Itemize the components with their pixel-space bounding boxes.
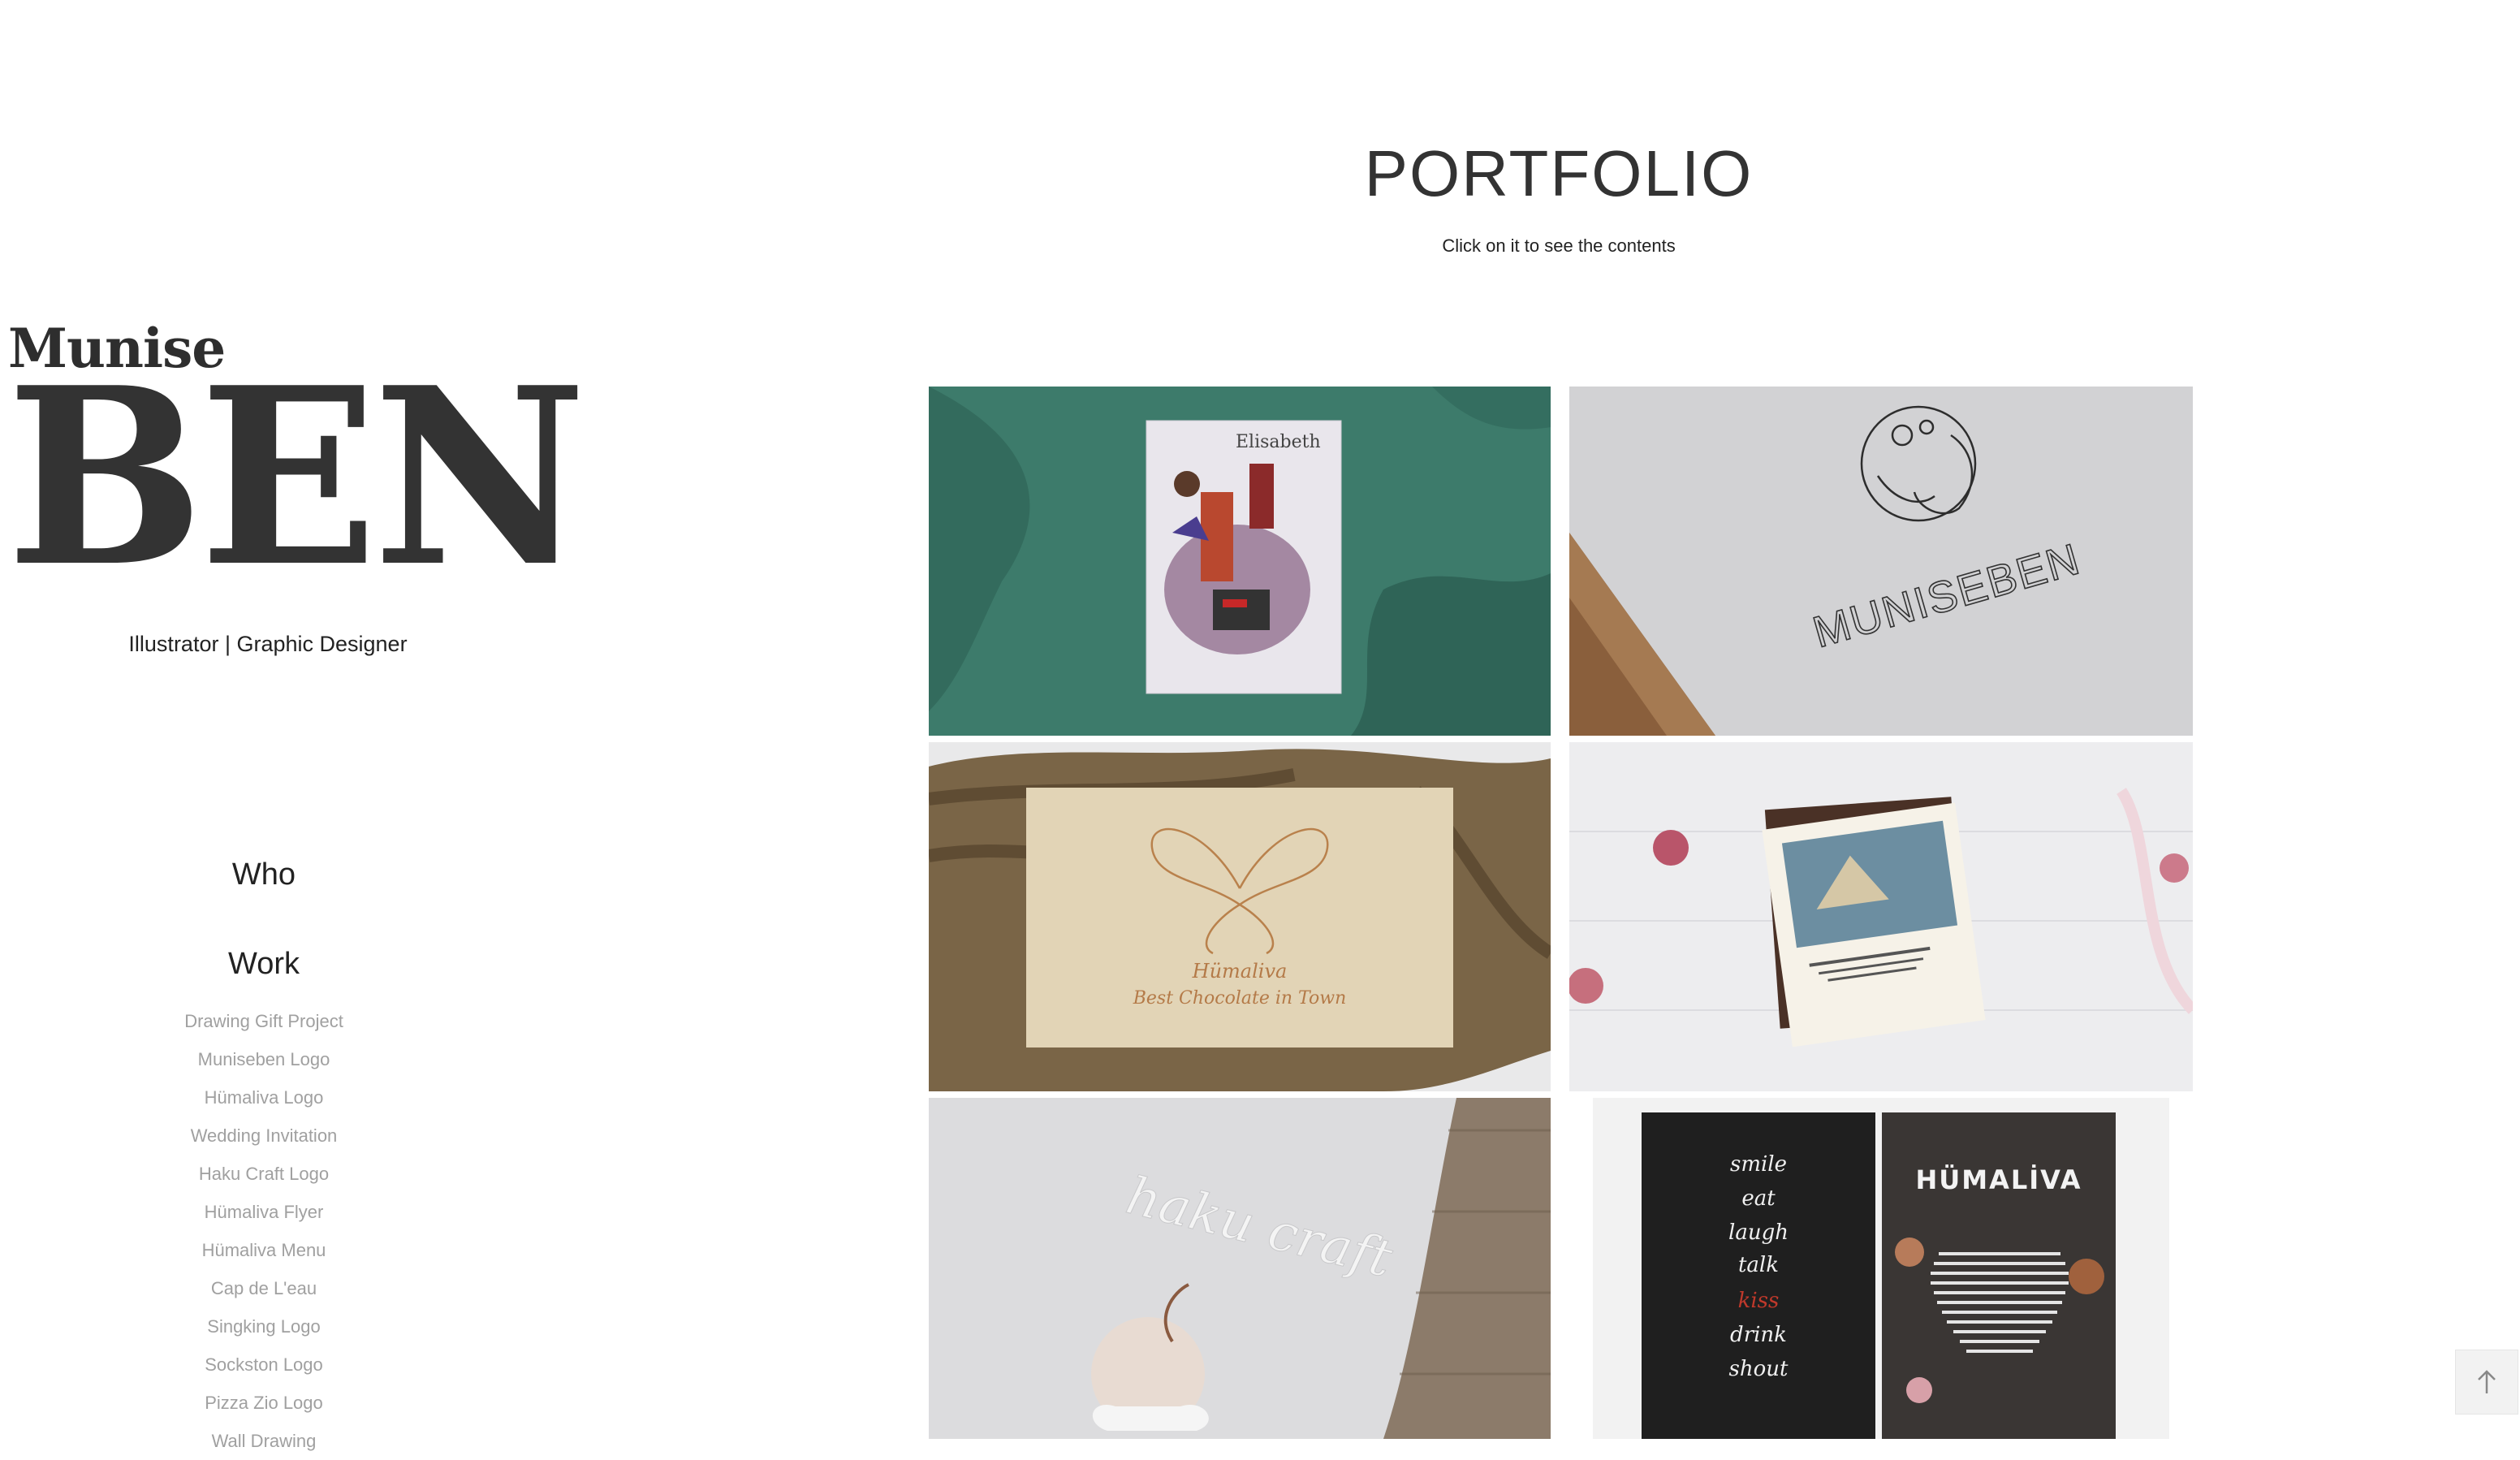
logo-last-name: BEN	[6, 334, 587, 620]
tile-image-haku-craft-logo: haku craft	[929, 1098, 1551, 1439]
work-item-humaliva-flyer[interactable]: Hümaliva Flyer	[0, 1193, 528, 1231]
tile-image-humaliva-flyer: smile eat laugh talk kiss drink shout HÜ…	[1593, 1098, 2169, 1439]
work-submenu: Drawing Gift Project Muniseben Logo Hüma…	[0, 1002, 528, 1460]
nav-work[interactable]: Work	[0, 947, 528, 982]
work-item-muniseben-logo[interactable]: Muniseben Logo	[0, 1040, 528, 1078]
portfolio-tile-haku-craft-logo[interactable]: haku craft	[929, 1098, 1551, 1439]
flyer-word-laugh: laugh	[1728, 1220, 1789, 1245]
tile-image-muniseben-logo: MUNISEBEN	[1569, 387, 2193, 736]
page-subtitle: Click on it to see the contents	[1442, 235, 1676, 256]
brand-logo[interactable]: Munise BEN	[6, 317, 587, 617]
nav-who[interactable]: Who	[0, 857, 528, 892]
page-title: PORTFOLIO	[1364, 137, 1754, 209]
scroll-to-top-button[interactable]	[2455, 1350, 2518, 1415]
portfolio-tile-drawing-gift[interactable]: Elisabeth	[929, 387, 1551, 736]
work-item-wall-drawing[interactable]: Wall Drawing	[0, 1422, 528, 1460]
tile-text-humaliva: Hümaliva	[1192, 960, 1288, 983]
work-item-humaliva-menu[interactable]: Hümaliva Menu	[0, 1231, 528, 1269]
work-item-haku-craft-logo[interactable]: Haku Craft Logo	[0, 1155, 528, 1193]
tile-text-best-chocolate: Best Chocolate in Town	[1133, 988, 1347, 1009]
work-item-pizza-zio-logo[interactable]: Pizza Zio Logo	[0, 1384, 528, 1422]
tile-image-wedding-invitation	[1569, 742, 2193, 1091]
work-item-humaliva-logo[interactable]: Hümaliva Logo	[0, 1078, 528, 1117]
sidebar: Munise BEN Illustrator | Graphic Designe…	[0, 0, 587, 1451]
portfolio-tile-humaliva-logo[interactable]: Hümaliva Best Chocolate in Town	[929, 742, 1551, 1091]
work-item-wedding-invitation[interactable]: Wedding Invitation	[0, 1117, 528, 1155]
work-item-cap-de-leau[interactable]: Cap de L'eau	[0, 1269, 528, 1307]
flyer-word-kiss: kiss	[1738, 1289, 1780, 1313]
portfolio-tile-humaliva-flyer[interactable]: smile eat laugh talk kiss drink shout HÜ…	[1593, 1098, 2169, 1439]
tile-text-elisabeth: Elisabeth	[1236, 432, 1321, 452]
tagline: Illustrator | Graphic Designer	[128, 632, 408, 656]
arrow-up-icon	[2478, 1370, 2496, 1393]
flyer-word-talk: talk	[1738, 1253, 1779, 1277]
flyer-word-eat: eat	[1741, 1186, 1776, 1211]
flyer-title-humaliva: HÜMALİVA	[1915, 1164, 2082, 1195]
portfolio-tile-wedding-invitation[interactable]	[1569, 742, 2193, 1091]
tile-image-humaliva-logo: Hümaliva Best Chocolate in Town	[929, 742, 1551, 1091]
portfolio-tile-muniseben-logo[interactable]: MUNISEBEN	[1569, 387, 2193, 736]
work-item-sockston-logo[interactable]: Sockston Logo	[0, 1346, 528, 1384]
flyer-word-drink: drink	[1730, 1323, 1787, 1347]
tile-image-drawing-gift: Elisabeth	[929, 387, 1551, 736]
flyer-word-smile: smile	[1730, 1152, 1787, 1177]
work-item-drawing-gift-project[interactable]: Drawing Gift Project	[0, 1002, 528, 1040]
flyer-word-shout: shout	[1729, 1357, 1789, 1381]
work-item-singking-logo[interactable]: Singking Logo	[0, 1307, 528, 1346]
